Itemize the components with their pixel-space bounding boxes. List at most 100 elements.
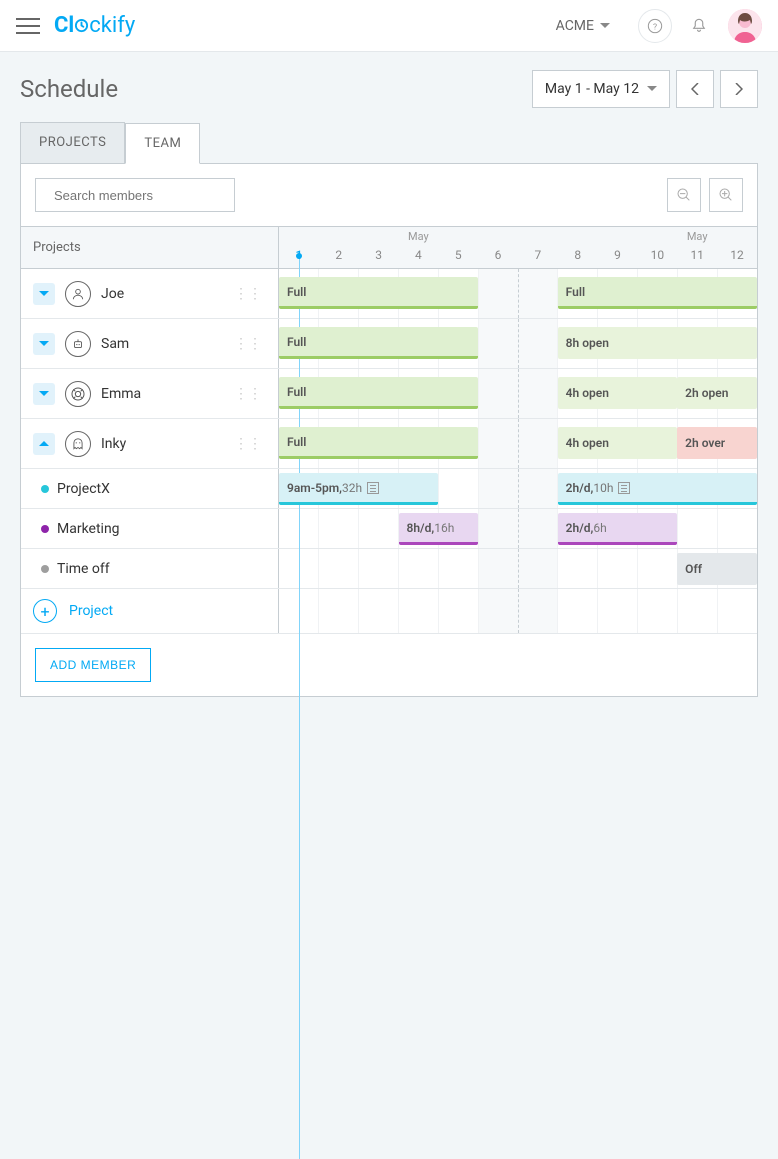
day-3: 3: [359, 227, 399, 268]
assignment-block[interactable]: 9am-5pm, 32h: [279, 473, 438, 505]
schedule-block[interactable]: 4h open: [558, 427, 678, 459]
note-icon: [367, 482, 379, 494]
date-range-picker[interactable]: May 1 - May 12: [532, 70, 670, 108]
day-1: 1: [279, 227, 319, 268]
person-icon: [65, 281, 91, 307]
schedule-block[interactable]: Full: [558, 277, 757, 309]
page-title: Schedule: [20, 75, 118, 103]
schedule-block[interactable]: Full: [279, 327, 478, 359]
tab-projects[interactable]: PROJECTS: [20, 122, 125, 163]
next-button[interactable]: [720, 70, 758, 108]
date-range-text: May 1 - May 12: [545, 81, 639, 97]
expand-button[interactable]: [33, 333, 55, 355]
logo-text-1: Cl: [54, 13, 74, 38]
project-name: ProjectX: [57, 481, 110, 497]
zoom-in-button[interactable]: [709, 178, 743, 212]
project-row-marketing: Marketing 8h/d, 16h 2h/d, 6h: [21, 509, 757, 549]
add-project-link[interactable]: Project: [69, 603, 113, 619]
schedule-block[interactable]: 8h open: [558, 327, 757, 359]
project-dot: [41, 485, 49, 493]
chevron-down-icon: [39, 391, 49, 397]
drag-handle[interactable]: ⋮⋮: [234, 441, 262, 447]
schedule-block[interactable]: 2h open: [677, 377, 756, 409]
project-row-projectx: ProjectX 9am-5pm, 32h 2h/d, 10h: [21, 469, 757, 509]
collapse-button[interactable]: [33, 433, 55, 455]
notifications-button[interactable]: [682, 9, 716, 43]
day-8: 8: [558, 227, 598, 268]
avatar-icon: [728, 9, 762, 43]
add-project-row: + Project: [21, 589, 757, 634]
zoom-out-button[interactable]: [667, 178, 701, 212]
add-project-button[interactable]: +: [33, 599, 57, 623]
day-2: 2: [319, 227, 359, 268]
project-row-timeoff: Time off Off: [21, 549, 757, 589]
zoom-out-icon: [676, 187, 692, 203]
day-5: 5: [438, 227, 478, 268]
chevron-down-icon: [39, 341, 49, 347]
day-4: May4: [398, 227, 438, 268]
schedule-block[interactable]: Full: [279, 277, 478, 309]
help-button[interactable]: ?: [638, 9, 672, 43]
logo: Clckify: [54, 13, 135, 38]
member-row-inky: Inky ⋮⋮ Full 4h open 2h over: [21, 419, 757, 469]
drag-handle[interactable]: ⋮⋮: [234, 391, 262, 397]
search-box[interactable]: [35, 178, 235, 212]
tab-team[interactable]: TEAM: [125, 123, 200, 164]
day-10: 10: [637, 227, 677, 268]
member-name: Emma: [101, 386, 141, 402]
timeoff-block[interactable]: Off: [677, 553, 756, 585]
assignment-block[interactable]: 2h/d, 6h: [558, 513, 678, 545]
schedule-block[interactable]: Full: [279, 427, 478, 459]
day-6: 6: [478, 227, 518, 268]
member-row-emma: Emma ⋮⋮ Full 4h open 2h open: [21, 369, 757, 419]
schedule-panel: Projects 1 2 3 May4 5 6 7 8 9 10 May11 1…: [20, 163, 758, 697]
menu-icon[interactable]: [16, 14, 40, 38]
ghost-icon: [65, 431, 91, 457]
member-row-sam: Sam ⋮⋮ Full 8h open: [21, 319, 757, 369]
day-11: May11: [677, 227, 717, 268]
drag-handle[interactable]: ⋮⋮: [234, 291, 262, 297]
project-dot: [41, 565, 49, 573]
prev-button[interactable]: [676, 70, 714, 108]
chevron-down-icon: [647, 86, 657, 92]
drag-handle[interactable]: ⋮⋮: [234, 341, 262, 347]
zoom-in-icon: [718, 187, 734, 203]
chevron-up-icon: [39, 441, 49, 447]
member-name: Joe: [101, 286, 124, 302]
member-name: Sam: [101, 336, 129, 352]
chevron-left-icon: [691, 83, 699, 95]
projects-column-header: Projects: [21, 227, 279, 268]
bell-icon: [690, 17, 708, 35]
day-12: 12: [717, 227, 757, 268]
add-member-button[interactable]: ADD MEMBER: [35, 648, 151, 682]
svg-text:?: ?: [653, 22, 657, 32]
robot-icon: [65, 331, 91, 357]
member-row-joe: Joe ⋮⋮ Full Full: [21, 269, 757, 319]
expand-button[interactable]: [33, 283, 55, 305]
project-dot: [41, 525, 49, 533]
member-name: Inky: [101, 436, 126, 452]
clock-icon: [74, 18, 89, 33]
logo-text-2: ckify: [89, 13, 135, 38]
chevron-down-icon: [39, 291, 49, 297]
chevron-right-icon: [735, 83, 743, 95]
schedule-block[interactable]: 4h open: [558, 377, 678, 409]
assignment-block[interactable]: 2h/d, 10h: [558, 473, 757, 505]
project-name: Time off: [57, 561, 110, 577]
day-9: 9: [598, 227, 638, 268]
user-avatar[interactable]: [728, 9, 762, 43]
project-name: Marketing: [57, 521, 120, 537]
schedule-block[interactable]: Full: [279, 377, 478, 409]
workspace-name: ACME: [556, 18, 594, 34]
day-header: 1 2 3 May4 5 6 7 8 9 10 May11 12: [279, 227, 757, 268]
chevron-down-icon: [600, 23, 610, 29]
search-input[interactable]: [54, 188, 230, 203]
assignment-block[interactable]: 8h/d, 16h: [399, 513, 478, 545]
day-7: 7: [518, 227, 558, 268]
note-icon: [618, 482, 630, 494]
schedule-block[interactable]: 2h over: [677, 427, 756, 459]
help-icon: ?: [647, 18, 663, 34]
expand-button[interactable]: [33, 383, 55, 405]
lifebuoy-icon: [65, 381, 91, 407]
workspace-selector[interactable]: ACME: [556, 18, 610, 34]
